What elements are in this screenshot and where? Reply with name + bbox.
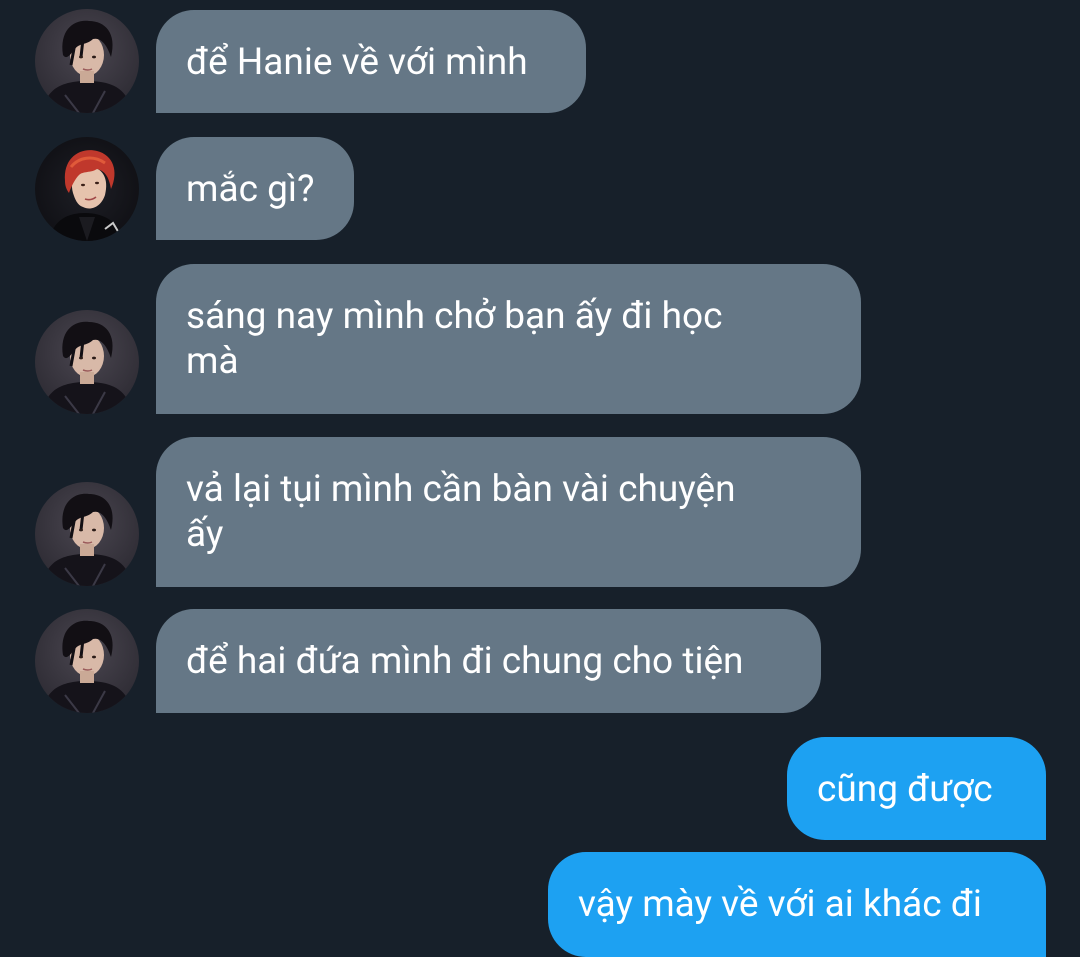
incoming-message-bubble[interactable]: mắc gì? <box>156 137 354 240</box>
sender-avatar[interactable] <box>35 310 139 414</box>
incoming-message-bubble[interactable]: để hai đứa mình đi chung cho tiện <box>156 609 821 713</box>
avatar-dark-hair-icon <box>35 310 139 414</box>
avatar-dark-hair-icon <box>35 609 139 713</box>
sender-avatar[interactable] <box>35 482 139 586</box>
message-text: mắc gì? <box>186 168 315 211</box>
sender-avatar[interactable] <box>35 9 139 113</box>
message-text-line: sáng nay mình chở bạn ấy đi học <box>186 295 723 338</box>
message-text: cũng được <box>817 768 993 811</box>
incoming-message-bubble[interactable]: vả lại tụi mình cần bàn vài chuyện ấy <box>156 437 861 587</box>
message-text: vậy mày về với ai khác đi <box>578 883 982 926</box>
outgoing-message-bubble[interactable]: cũng được <box>787 737 1046 840</box>
message-text-line: vả lại tụi mình cần bàn vài chuyện <box>186 468 736 511</box>
message-text-line: ấy <box>186 513 224 556</box>
chat-thread: để Hanie về với mình mắc gì? sáng nay mì… <box>0 0 1080 957</box>
incoming-message-bubble[interactable]: để Hanie về với mình <box>156 10 586 113</box>
avatar-dark-hair-icon <box>35 9 139 113</box>
message-text: để hai đứa mình đi chung cho tiện <box>186 640 744 683</box>
avatar-red-hair-icon <box>35 137 139 241</box>
avatar-dark-hair-icon <box>35 482 139 586</box>
sender-avatar[interactable] <box>35 137 139 241</box>
sender-avatar[interactable] <box>35 609 139 713</box>
message-text-line: mà <box>186 340 239 383</box>
outgoing-message-bubble[interactable]: vậy mày về với ai khác đi <box>548 852 1046 957</box>
message-text: để Hanie về với mình <box>186 41 528 84</box>
incoming-message-bubble[interactable]: sáng nay mình chở bạn ấy đi học mà <box>156 264 861 414</box>
